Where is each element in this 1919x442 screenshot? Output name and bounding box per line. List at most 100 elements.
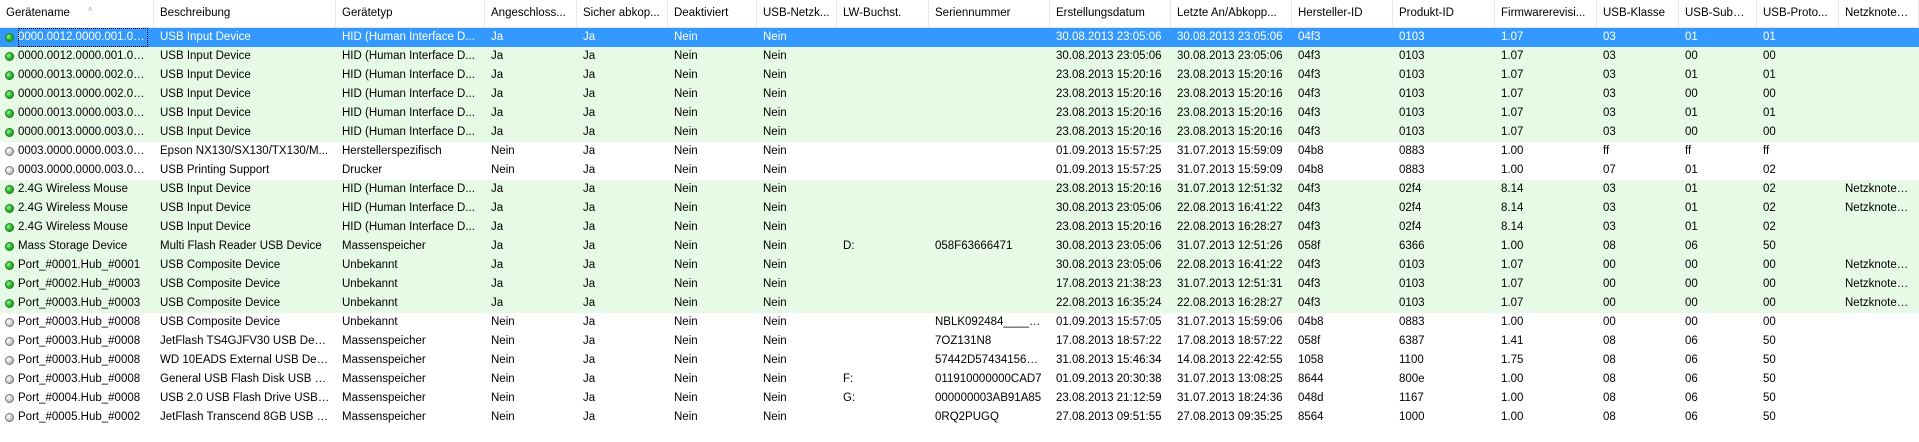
column-header-vendor[interactable]: Hersteller-ID bbox=[1292, 0, 1393, 27]
column-header-hubport[interactable]: Netzknoten/A... bbox=[1839, 0, 1919, 27]
cell-type: Unbekannt bbox=[342, 278, 398, 290]
cell-serial bbox=[929, 85, 1050, 104]
table-row[interactable]: Port_#0002.Hub_#0003 USB Composite Device… bbox=[0, 275, 1919, 294]
cell-hubport bbox=[1839, 28, 1919, 47]
cell-drive bbox=[837, 199, 929, 218]
cell-hubport bbox=[1839, 66, 1919, 85]
column-header-created[interactable]: Erstellungsdatum bbox=[1050, 0, 1171, 27]
cell-cls: 00 bbox=[1603, 316, 1616, 328]
table-row[interactable]: Port_#0005.Hub_#0002 JetFlash Transcend 8… bbox=[0, 408, 1919, 427]
cell-cls: 03 bbox=[1603, 107, 1616, 119]
column-header-drive[interactable]: LW-Buchst. bbox=[837, 0, 929, 27]
cell-cls: 03 bbox=[1603, 50, 1616, 62]
column-header-label: USB-Klasse bbox=[1603, 7, 1665, 19]
table-row[interactable]: 0000.0012.0000.001.00... USB Input Device… bbox=[0, 47, 1919, 66]
table-row[interactable]: 0000.0013.0000.002.00... USB Input Device… bbox=[0, 66, 1919, 85]
table-row[interactable]: 0000.0013.0000.002.00... USB Input Device… bbox=[0, 85, 1919, 104]
table-row[interactable]: 2.4G Wireless Mouse USB Input Device HID (… bbox=[0, 199, 1919, 218]
table-row[interactable]: Port_#0003.Hub_#0008 USB Composite Device… bbox=[0, 313, 1919, 332]
cell-disabled: Nein bbox=[674, 126, 698, 138]
cell-name: 0000.0013.0000.002.00... bbox=[0, 66, 154, 85]
cell-cls: 03 bbox=[1603, 88, 1616, 100]
table-row[interactable]: 0003.0000.0000.003.00... USB Printing Sup… bbox=[0, 161, 1919, 180]
cell-type: HID (Human Interface D... bbox=[342, 126, 475, 138]
column-header-safe[interactable]: Sicher abkop... bbox=[577, 0, 668, 27]
column-header-cls[interactable]: USB-Klasse bbox=[1597, 0, 1679, 27]
table-row[interactable]: Port_#0003.Hub_#0008 JetFlash TS4GJFV30 U… bbox=[0, 332, 1919, 351]
table-row[interactable]: 2.4G Wireless Mouse USB Input Device HID (… bbox=[0, 218, 1919, 237]
cell-disabled: Nein bbox=[674, 183, 698, 195]
column-header-connected[interactable]: Angeschloss... bbox=[485, 0, 577, 27]
cell-type: Massenspeicher bbox=[342, 411, 426, 423]
cell-cls: 07 bbox=[1603, 164, 1616, 176]
cell-product: 1000 bbox=[1399, 411, 1425, 423]
column-header-type[interactable]: Gerätetyp bbox=[336, 0, 485, 27]
column-header-disabled[interactable]: Deaktiviert bbox=[668, 0, 757, 27]
cell-usbhub: Nein bbox=[763, 221, 787, 233]
cell-subcls: 00 bbox=[1685, 50, 1698, 62]
cell-firmware: 1.07 bbox=[1501, 297, 1524, 309]
column-header-firmware[interactable]: Firmwarerevisi... bbox=[1495, 0, 1597, 27]
cell-firmware: 1.00 bbox=[1501, 373, 1524, 385]
cell-type: HID (Human Interface D... bbox=[342, 88, 475, 100]
cell-safe: Ja bbox=[583, 221, 596, 233]
cell-vendor: 04f3 bbox=[1298, 297, 1321, 309]
column-header-last[interactable]: Letzte An/Abkopp... bbox=[1171, 0, 1292, 27]
cell-disabled: Nein bbox=[674, 259, 698, 271]
column-header-name[interactable]: Gerätename ˄ bbox=[0, 0, 154, 27]
cell-vendor: 058f bbox=[1298, 240, 1321, 252]
cell-connected: Nein bbox=[491, 411, 515, 423]
device-name-text: Port_#0003.Hub_#0003 bbox=[18, 297, 141, 309]
cell-drive bbox=[837, 66, 929, 85]
column-header-product[interactable]: Produkt-ID bbox=[1393, 0, 1495, 27]
cell-desc: USB Composite Device bbox=[160, 316, 281, 328]
table-row[interactable]: 0000.0012.0000.001.00... USB Input Device… bbox=[0, 28, 1919, 47]
table-row[interactable]: Port_#0003.Hub_#0008 WD 10EADS External U… bbox=[0, 351, 1919, 370]
table-row[interactable]: 0000.0013.0000.003.00... USB Input Device… bbox=[0, 104, 1919, 123]
device-rows[interactable]: 0000.0012.0000.001.00... USB Input Device… bbox=[0, 28, 1919, 427]
cell-drive bbox=[837, 275, 929, 294]
table-row[interactable]: 0000.0013.0000.003.00... USB Input Device… bbox=[0, 123, 1919, 142]
usb-device-list[interactable]: Gerätename ˄ Beschreibung Gerätetyp Angeschl… bbox=[0, 0, 1919, 442]
cell-subcls: 01 bbox=[1685, 221, 1698, 233]
cell-subcls: 01 bbox=[1685, 183, 1698, 195]
column-header-label: Hersteller-ID bbox=[1298, 7, 1363, 19]
cell-last: 23.08.2013 15:20:16 bbox=[1177, 107, 1283, 119]
cell-disabled: Nein bbox=[674, 354, 698, 366]
table-row[interactable]: Port_#0001.Hub_#0001 USB Composite Device… bbox=[0, 256, 1919, 275]
cell-connected: Ja bbox=[491, 88, 504, 100]
cell-vendor: 04b8 bbox=[1298, 316, 1324, 328]
table-row[interactable]: Port_#0003.Hub_#0008 General USB Flash Di… bbox=[0, 370, 1919, 389]
column-header-proto[interactable]: USB-Proto... bbox=[1757, 0, 1839, 27]
cell-proto: ff bbox=[1763, 145, 1770, 157]
cell-cls: ff bbox=[1603, 145, 1610, 157]
cell-serial: NBLK092484_______ bbox=[935, 316, 1049, 328]
device-name-text: 2.4G Wireless Mouse bbox=[18, 221, 128, 233]
cell-vendor: 04f3 bbox=[1298, 88, 1321, 100]
cell-disabled: Nein bbox=[674, 202, 698, 214]
column-header-serial[interactable]: Seriennummer bbox=[929, 0, 1050, 27]
device-name-text: Port_#0003.Hub_#0008 bbox=[18, 316, 141, 328]
cell-firmware: 1.07 bbox=[1501, 259, 1524, 271]
table-row[interactable]: 2.4G Wireless Mouse USB Input Device HID (… bbox=[0, 180, 1919, 199]
cell-desc: USB Input Device bbox=[160, 88, 251, 100]
cell-proto: 50 bbox=[1763, 392, 1776, 404]
column-header-subcls[interactable]: USB-Subkl... bbox=[1679, 0, 1757, 27]
table-row[interactable]: 0003.0000.0000.003.00... Epson NX130/SX13… bbox=[0, 142, 1919, 161]
table-row[interactable]: Port_#0003.Hub_#0003 USB Composite Device… bbox=[0, 294, 1919, 313]
cell-safe: Ja bbox=[583, 202, 596, 214]
cell-name: 0000.0013.0000.002.00... bbox=[0, 85, 154, 104]
device-name-text: 0000.0013.0000.003.00... bbox=[18, 126, 148, 138]
table-row[interactable]: Port_#0004.Hub_#0008 USB 2.0 USB Flash Dr… bbox=[0, 389, 1919, 408]
cell-vendor: 8644 bbox=[1298, 373, 1324, 385]
cell-type: Unbekannt bbox=[342, 259, 398, 271]
cell-created: 30.08.2013 23:05:06 bbox=[1050, 28, 1171, 47]
cell-safe: Ja bbox=[583, 240, 596, 252]
table-row[interactable]: Mass Storage Device Multi Flash Reader US… bbox=[0, 237, 1919, 256]
disconnected-status-icon bbox=[5, 318, 14, 327]
column-header-usbhub[interactable]: USB-Netzk... bbox=[757, 0, 837, 27]
column-header-desc[interactable]: Beschreibung bbox=[154, 0, 336, 27]
cell-subcls: ff bbox=[1685, 145, 1692, 157]
cell-product: 0883 bbox=[1399, 145, 1425, 157]
cell-disabled: Nein bbox=[674, 278, 698, 290]
